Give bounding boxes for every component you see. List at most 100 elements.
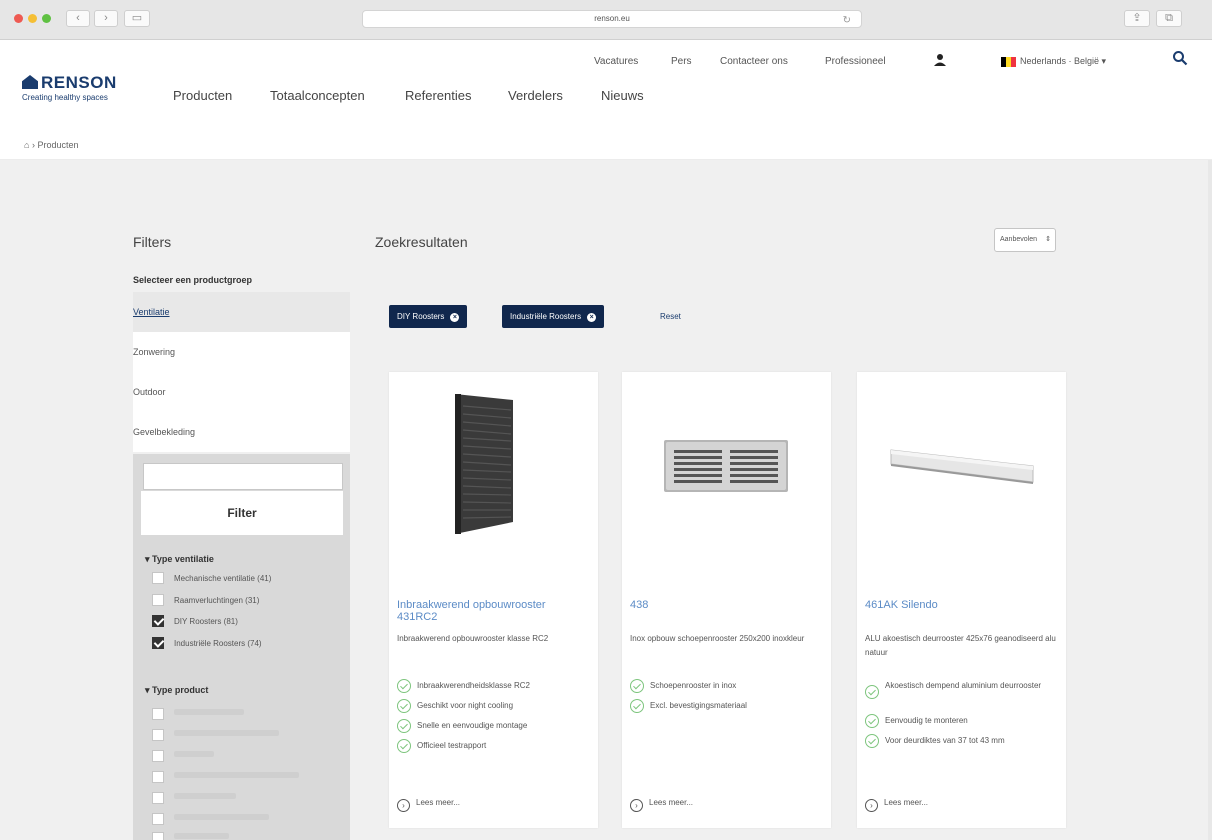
- sort-select[interactable]: Aanbevolen ⇕: [994, 228, 1056, 252]
- url-text: renson.eu: [594, 14, 630, 23]
- facet-item[interactable]: [152, 746, 214, 762]
- facet-item[interactable]: [152, 788, 236, 804]
- product-image-431rc2: [455, 394, 513, 534]
- filters-title: Filters: [133, 234, 172, 250]
- product-image-461ak: [890, 449, 1034, 484]
- checkbox[interactable]: [152, 792, 164, 804]
- tabs-icon[interactable]: ⧉: [1156, 10, 1182, 27]
- facet-item[interactable]: DIY Roosters (81): [152, 615, 238, 629]
- chevron-right-circle-icon: ›: [865, 799, 878, 812]
- search-icon[interactable]: [1172, 50, 1188, 66]
- productgroup-label: Selecteer een productgroep: [133, 275, 253, 285]
- facet-item[interactable]: Raamverluchtingen (31): [152, 594, 259, 608]
- minimize-window-button[interactable]: [28, 14, 37, 23]
- forward-button[interactable]: ›: [94, 10, 118, 27]
- renson-logo[interactable]: RENSON Creating healthy spaces: [22, 74, 117, 102]
- address-bar[interactable]: renson.eu ↻: [362, 10, 862, 28]
- check-circle-icon: [630, 699, 644, 713]
- facet-item[interactable]: [152, 725, 279, 741]
- nav-nieuws[interactable]: Nieuws: [601, 88, 644, 103]
- check-circle-icon: [865, 714, 879, 728]
- checkbox-checked[interactable]: [152, 615, 164, 627]
- language-selector[interactable]: Nederlands · België ▾: [1020, 56, 1106, 67]
- checkbox[interactable]: [152, 813, 164, 825]
- product-title[interactable]: 461AK Silendo: [865, 599, 938, 611]
- read-more-link[interactable]: › Lees meer...: [630, 796, 693, 812]
- reload-icon[interactable]: ↻: [843, 13, 851, 29]
- checkbox-checked[interactable]: [152, 637, 164, 649]
- remove-chip-icon[interactable]: ×: [587, 313, 597, 322]
- read-more-link[interactable]: › Lees meer...: [865, 796, 928, 812]
- active-filter-chip[interactable]: Industriële Roosters ×: [502, 305, 605, 328]
- product-image-438: [664, 440, 788, 492]
- checkbox[interactable]: [152, 572, 164, 584]
- checkbox[interactable]: [152, 708, 164, 720]
- check-circle-icon: [865, 734, 879, 748]
- product-description: ALU akoestisch deurrooster 425x76 geanod…: [865, 634, 1056, 657]
- facet-item[interactable]: Mechanische ventilatie (41): [152, 572, 271, 586]
- category-outdoor[interactable]: Outdoor: [133, 372, 350, 412]
- chevron-right-circle-icon: ›: [397, 799, 410, 812]
- active-filter-chip[interactable]: DIY Roosters ×: [389, 305, 468, 328]
- checkbox[interactable]: [152, 750, 164, 762]
- share-icon[interactable]: ⇪: [1124, 10, 1150, 27]
- product-card[interactable]: 461AK Silendo ALU akoestisch deurrooster…: [857, 372, 1066, 828]
- product-card[interactable]: 438 Inox opbouw schoepenrooster 250x200 …: [622, 372, 831, 828]
- category-gevelbekleding[interactable]: Gevelbekleding: [133, 412, 350, 452]
- check-circle-icon: [397, 679, 411, 693]
- checkbox[interactable]: [152, 729, 164, 741]
- user-icon[interactable]: [933, 53, 947, 67]
- page-scrollbar[interactable]: [1208, 160, 1212, 840]
- sidebar-toggle-icon[interactable]: ▭: [124, 10, 150, 27]
- checkbox[interactable]: [152, 771, 164, 783]
- category-ventilatie[interactable]: Ventilatie: [133, 292, 350, 332]
- filter-search-input[interactable]: [143, 463, 343, 490]
- close-window-button[interactable]: [14, 14, 23, 23]
- browser-chrome: ‹ › ▭ renson.eu ↻ ⇪ ⧉: [0, 0, 1212, 40]
- results-title: Zoekresultaten: [375, 234, 468, 250]
- checkbox[interactable]: [152, 594, 164, 606]
- check-circle-icon: [865, 685, 879, 699]
- check-circle-icon: [397, 719, 411, 733]
- reset-filters-link[interactable]: Reset: [660, 312, 681, 321]
- nav-referenties[interactable]: Referenties: [405, 88, 471, 103]
- nav-producten[interactable]: Producten: [173, 88, 232, 103]
- breadcrumb: ⌂ › Producten: [24, 140, 78, 150]
- util-link-pers[interactable]: Pers: [671, 56, 692, 67]
- maximize-window-button[interactable]: [42, 14, 51, 23]
- facet-item[interactable]: Industriële Roosters (74): [152, 637, 262, 651]
- home-icon[interactable]: ⌂: [24, 140, 29, 150]
- product-title[interactable]: Inbraakwerend opbouwrooster 431RC2: [397, 599, 577, 623]
- breadcrumb-item-producten[interactable]: Producten: [37, 140, 78, 150]
- filter-button[interactable]: Filter: [141, 491, 343, 535]
- facet-type-product[interactable]: ▾ Type product: [145, 685, 208, 696]
- category-zonwering[interactable]: Zonwering: [133, 332, 350, 372]
- check-circle-icon: [397, 739, 411, 753]
- facet-item[interactable]: [152, 767, 299, 783]
- read-more-link[interactable]: › Lees meer...: [397, 796, 460, 812]
- category-list: Ventilatie Zonwering Outdoor Gevelbekled…: [133, 292, 350, 452]
- product-card[interactable]: Inbraakwerend opbouwrooster 431RC2 Inbra…: [389, 372, 598, 828]
- facet-item[interactable]: [152, 704, 244, 720]
- chevron-right-circle-icon: ›: [630, 799, 643, 812]
- remove-chip-icon[interactable]: ×: [450, 313, 460, 322]
- product-description: Inbraakwerend opbouwrooster klasse RC2: [397, 634, 549, 643]
- facet-type-ventilatie[interactable]: ▾ Type ventilatie: [145, 554, 214, 565]
- checkbox[interactable]: [152, 832, 164, 840]
- util-link-professioneel[interactable]: Professioneel: [825, 56, 886, 67]
- facet-item[interactable]: [152, 809, 269, 825]
- facet-item[interactable]: [152, 828, 229, 840]
- logo-house-icon: [22, 75, 38, 89]
- check-circle-icon: [397, 699, 411, 713]
- util-link-contact[interactable]: Contacteer ons: [720, 56, 788, 67]
- select-arrows-icon: ⇕: [1045, 236, 1051, 243]
- util-link-vacatures[interactable]: Vacatures: [594, 56, 638, 67]
- product-title[interactable]: 438: [630, 599, 648, 611]
- belgium-flag-icon: [1001, 57, 1016, 67]
- back-button[interactable]: ‹: [66, 10, 90, 27]
- product-description: Inox opbouw schoepenrooster 250x200 inox…: [630, 634, 805, 643]
- logo-tagline: Creating healthy spaces: [22, 93, 108, 102]
- nav-verdelers[interactable]: Verdelers: [508, 88, 563, 103]
- check-circle-icon: [630, 679, 644, 693]
- nav-totaalconcepten[interactable]: Totaalconcepten: [270, 88, 365, 103]
